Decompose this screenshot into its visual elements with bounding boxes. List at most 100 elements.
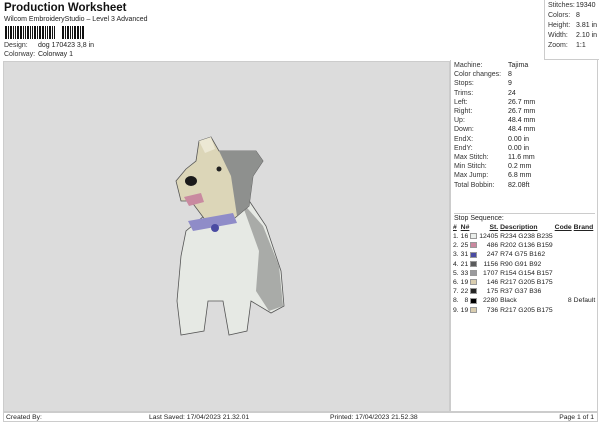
- thread-code: [555, 278, 574, 287]
- color-swatch: [470, 251, 478, 258]
- property-row: Max Stitch: 11.6 mm: [454, 153, 535, 162]
- thread-code: [555, 241, 574, 250]
- color-swatch-cell: [470, 306, 479, 315]
- property-value: 8: [508, 71, 512, 79]
- page-number: Page 1 of 1: [559, 414, 594, 421]
- thread-code: [555, 250, 574, 259]
- property-label: Down:: [454, 126, 474, 134]
- design-label: Design:: [4, 42, 28, 49]
- needle-number: 22: [460, 288, 469, 296]
- property-label: Right:: [454, 108, 473, 115]
- column-header: N#: [460, 224, 470, 231]
- barcode-bar: [10, 26, 12, 39]
- stop-sequence-title: Stop Sequence:: [454, 213, 595, 222]
- summary-value: 19340: [576, 2, 596, 9]
- property-row: Right: 26.7 mm: [454, 107, 535, 116]
- summary-row: Width: 2.10 in: [548, 32, 597, 39]
- property-label: Max Stitch:: [454, 154, 489, 161]
- colorway-value: Colorway 1: [38, 51, 74, 58]
- table-row: 3. 31 247 R74 G75 B162: [453, 250, 597, 259]
- barcode-bar: [80, 26, 81, 39]
- barcode-bar: [74, 26, 76, 39]
- table-row: 9. 19 736 R217 G205 B175: [453, 306, 597, 315]
- barcode-bar: [45, 26, 46, 39]
- barcode-bar: [49, 26, 51, 39]
- thread-code: [555, 269, 574, 278]
- barcode-bar: [20, 26, 22, 39]
- color-description: R234 G238 B235: [500, 233, 553, 240]
- color-swatch: [470, 242, 478, 249]
- column-header: St.: [489, 224, 499, 231]
- footer: Created By: Last Saved: 17/04/2023 21.32…: [3, 412, 598, 422]
- barcode-bar: [23, 26, 24, 39]
- color-description: Black: [500, 297, 517, 305]
- barcode-bar: [67, 26, 69, 39]
- needle-number: 19: [460, 279, 469, 287]
- summary-label: Colors:: [548, 12, 571, 19]
- needle-number: 25: [460, 242, 469, 250]
- barcode-bar: [17, 26, 19, 39]
- barcode-bar: [47, 26, 48, 39]
- column-header: Brand: [573, 224, 594, 231]
- color-swatch-cell: [470, 278, 479, 287]
- color-description: R154 G154 B157: [500, 269, 553, 277]
- stitch-count: 2280: [483, 297, 499, 305]
- barcode-bar: [5, 26, 7, 39]
- colorway-label: Colorway:: [4, 51, 36, 58]
- thread-brand: [574, 250, 598, 259]
- table-row: 8. 8 2280 Black 8 Default: [453, 296, 597, 305]
- summary-row: Stitches:19340: [548, 2, 595, 9]
- property-row: Stops: 9: [454, 79, 512, 88]
- barcode-bar: [25, 26, 26, 39]
- thread-brand: [574, 241, 598, 250]
- summary-value: 1:1: [576, 42, 586, 49]
- property-row: Min Stitch: 0.2 mm: [454, 162, 531, 171]
- thread-code: [555, 306, 574, 315]
- property-value: Tajima: [508, 62, 529, 69]
- stop-number: 8.: [453, 297, 459, 305]
- property-label: Trims:: [454, 89, 474, 97]
- property-row: Trims: 24: [454, 89, 516, 98]
- properties-panel: Machine: Tajima Color changes: 8 Stops: 9 Trim…: [450, 60, 598, 412]
- column-header: Description: [500, 224, 538, 231]
- stop-number: 3.: [453, 251, 459, 259]
- color-swatch-cell: [470, 260, 479, 269]
- summary-value: 8: [576, 12, 580, 19]
- table-header: # N# St. Description Code Brand: [453, 223, 597, 232]
- stitch-count: 175: [486, 288, 499, 296]
- table-row: 2. 25 486 R202 G136 B159: [453, 241, 597, 250]
- color-swatch-cell: [470, 250, 479, 259]
- thread-code: [555, 260, 574, 269]
- stitch-count: 146: [486, 279, 499, 287]
- summary-label: Stitches:: [548, 2, 575, 9]
- property-row: Total Bobbin: 82.08ft: [454, 181, 529, 190]
- summary-label: Zoom:: [548, 42, 568, 49]
- color-swatch: [470, 306, 478, 313]
- needle-number: 33: [460, 269, 469, 277]
- stop-number: 2.: [453, 242, 459, 250]
- table-row: 5. 33 1707 R154 G154 B157: [453, 269, 597, 278]
- barcode-bar: [77, 26, 79, 39]
- property-value: 26.7 mm: [508, 98, 536, 106]
- property-value: 82.08ft: [508, 181, 530, 189]
- barcode-bar: [52, 26, 53, 39]
- barcode-bar: [15, 26, 16, 39]
- property-label: Min Stitch:: [454, 163, 487, 171]
- property-row: Down: 48.4 mm: [454, 125, 535, 134]
- property-row: Up: 48.4 mm: [454, 116, 535, 125]
- summary-label: Height:: [548, 22, 571, 29]
- needle-number: 31: [460, 251, 469, 259]
- color-description: R217 G205 B175: [500, 306, 553, 314]
- color-swatch-cell: [470, 232, 479, 241]
- stitch-count: 12405: [479, 233, 499, 240]
- property-value: 48.4 mm: [508, 117, 536, 125]
- stop-number: 4.: [453, 260, 459, 268]
- thread-brand: Default: [573, 297, 596, 305]
- thread-brand: [574, 306, 598, 315]
- software-name: Wilcom EmbroideryStudio – Level 3 Advanc…: [4, 16, 148, 23]
- column-header: Code: [554, 224, 572, 231]
- property-value: 48.4 mm: [508, 126, 536, 134]
- color-swatch: [470, 270, 478, 277]
- page-title: Production Worksheet: [4, 2, 127, 14]
- barcode-bar: [42, 26, 44, 39]
